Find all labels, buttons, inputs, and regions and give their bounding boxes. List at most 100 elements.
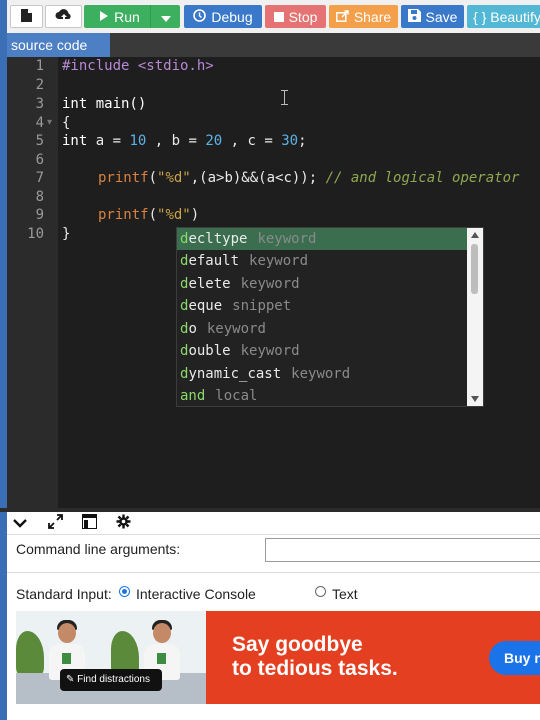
upload-button[interactable] [45, 5, 82, 28]
code-line-3: int main() [62, 96, 147, 112]
pencil-icon: ✎ [66, 674, 75, 685]
beautify-button[interactable]: { } Beautify [467, 5, 540, 28]
code-line-9: printf("%d") [98, 206, 199, 224]
ad-pill-badge: ✎ Find distractions [60, 669, 162, 691]
autocomplete-item[interactable]: double keyword [177, 340, 467, 362]
code-token: , b = [146, 133, 206, 149]
top-toolbar: Run Debug Stop Share Save { } Beautify [7, 0, 540, 33]
interactive-console-label[interactable]: Interactive Console [136, 586, 256, 602]
code-token: int [62, 133, 88, 149]
autocomplete-popup[interactable]: decltype keyword default keyword delete key… [176, 227, 484, 407]
scroll-down-arrow-icon[interactable] [471, 396, 479, 402]
line-number: 4 [35, 115, 44, 131]
io-panel: Command line arguments: Standard Input: … [7, 512, 540, 720]
collapse-chevron-icon[interactable] [11, 514, 29, 532]
save-floppy-icon [407, 8, 421, 25]
scrollbar-thumb[interactable] [471, 244, 478, 294]
share-label: Share [353, 8, 392, 25]
code-line-7: printf("%d",(a>b)&&(a<c)); // and logica… [98, 169, 519, 187]
mouse-ibeam-cursor-icon [281, 90, 288, 105]
autocomplete-scrollbar[interactable] [467, 228, 483, 406]
autocomplete-rest: ecltype [188, 231, 248, 247]
code-line-5: int a = 10 , b = 20 , c = 30; [62, 132, 307, 150]
stop-button[interactable]: Stop [265, 5, 326, 28]
ad-headline-line2: to tedious tasks. [232, 657, 398, 680]
command-line-arguments-input[interactable] [265, 538, 540, 562]
autocomplete-item[interactable]: deque snippet [177, 295, 467, 317]
debug-clock-icon [193, 8, 207, 25]
run-label: Run [114, 8, 140, 25]
caret-down-icon [160, 9, 171, 25]
line-number: 6 [35, 152, 44, 168]
code-token: "%d" [157, 170, 191, 186]
code-token: 30 [281, 133, 299, 149]
autocomplete-rest: o [188, 321, 197, 337]
play-icon [99, 9, 109, 25]
autocomplete-meta: keyword [249, 253, 309, 269]
expand-arrows-icon[interactable] [46, 514, 64, 532]
autocomplete-meta: keyword [206, 321, 266, 337]
ad-buy-button[interactable]: Buy n [489, 641, 540, 675]
code-token: ( [148, 170, 158, 186]
stop-label: Stop [288, 8, 318, 25]
debug-label: Debug [211, 8, 253, 25]
share-icon [335, 9, 349, 25]
code-token: ) [190, 207, 200, 223]
text-radio[interactable] [315, 586, 326, 597]
debug-button[interactable]: Debug [184, 5, 262, 28]
file-icon [20, 8, 33, 26]
line-number: 5 [35, 133, 44, 149]
beautify-label: { } Beautify [473, 8, 540, 25]
autocomplete-item[interactable]: dynamic_cast keyword [177, 363, 467, 385]
tab-source-code[interactable]: source code [7, 33, 110, 57]
code-comment: // and logical operator [325, 170, 520, 186]
run-options-dropdown[interactable] [150, 5, 180, 28]
autocomplete-meta: keyword [240, 343, 300, 359]
scroll-up-arrow-icon[interactable] [471, 232, 479, 238]
line-number: 1 [35, 58, 44, 74]
code-token: ; [298, 133, 307, 149]
ad-photo-logo [157, 653, 166, 664]
save-button[interactable]: Save [401, 5, 464, 28]
autocomplete-rest: eque [188, 298, 223, 314]
fold-arrow-icon[interactable]: ▾ [47, 114, 52, 132]
autocomplete-match: and [180, 388, 206, 404]
autocomplete-item[interactable]: and local [177, 385, 467, 406]
line-number: 10 [27, 226, 44, 242]
code-token: , c = [222, 133, 282, 149]
autocomplete-rest: efault [188, 253, 240, 269]
autocomplete-item[interactable]: delete keyword [177, 273, 467, 295]
share-button[interactable]: Share [329, 5, 398, 28]
code-line-10: } [62, 226, 71, 242]
new-file-button[interactable] [10, 5, 43, 28]
autocomplete-rest: elete [188, 276, 231, 292]
code-token: ( [148, 207, 158, 223]
autocomplete-item[interactable]: do keyword [177, 318, 467, 340]
panel-toolbar [7, 512, 540, 535]
run-button[interactable]: Run [84, 5, 155, 28]
autocomplete-item[interactable]: decltype keyword [177, 228, 467, 250]
ad-photo-head [153, 623, 171, 643]
autocomplete-item[interactable]: default keyword [177, 250, 467, 272]
autocomplete-meta: local [215, 388, 258, 404]
layout-toggle-icon[interactable] [80, 514, 98, 532]
advertisement-banner[interactable]: ✎ Find distractions Say goodbye to tedio… [16, 611, 540, 704]
interactive-console-radio[interactable] [119, 586, 130, 597]
code-line-1: #include <stdio.h> [62, 58, 214, 74]
line-number: 7 [35, 170, 44, 186]
gear-icon[interactable] [114, 514, 132, 532]
editor-tab-bar: source code [7, 33, 540, 57]
line-number: 3 [35, 96, 44, 112]
autocomplete-rest: ynamic_cast [188, 366, 282, 382]
autocomplete-rest: ouble [188, 343, 231, 359]
command-line-arguments-label: Command line arguments: [16, 541, 181, 557]
code-token: a = [87, 133, 130, 149]
line-number-gutter: 1 2 3 4 ▾ 5 6 7 8 9 10 [7, 57, 58, 508]
line-number: 2 [35, 77, 44, 93]
line-number: 9 [35, 207, 44, 223]
upload-cloud-icon [55, 8, 73, 26]
code-token: printf [98, 170, 149, 186]
ad-pill-label: Find distractions [77, 674, 150, 685]
text-radio-label[interactable]: Text [332, 586, 358, 602]
autocomplete-meta: keyword [240, 276, 300, 292]
